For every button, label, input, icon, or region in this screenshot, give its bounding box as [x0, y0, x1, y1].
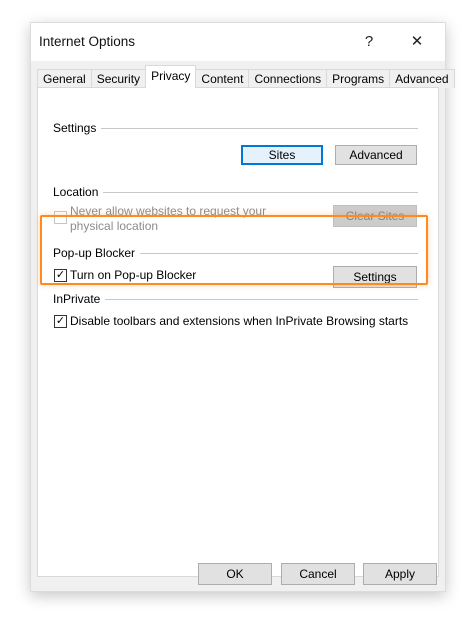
settings-heading: Settings	[53, 121, 102, 135]
tab-programs[interactable]: Programs	[326, 69, 391, 88]
popup-blocker-label: Turn on Pop-up Blocker	[70, 268, 197, 282]
sites-button[interactable]: Sites	[241, 145, 323, 165]
inprivate-disable-checkbox[interactable]: ✓	[54, 315, 67, 328]
window-title: Internet Options	[39, 34, 136, 49]
tab-security[interactable]: Security	[90, 69, 147, 88]
popup-blocker-checkbox[interactable]: ✓	[54, 269, 67, 282]
apply-button[interactable]: Apply	[363, 563, 437, 585]
inprivate-heading: InPrivate	[53, 292, 106, 306]
popup-heading: Pop-up Blocker	[53, 246, 141, 260]
privacy-panel: Settings Sites Advanced Location Never a…	[37, 87, 439, 577]
tab-strip: General Security Privacy Content Connect…	[37, 65, 455, 88]
check-mark-icon: ✓	[55, 315, 66, 327]
tab-privacy[interactable]: Privacy	[145, 65, 197, 88]
inprivate-divider	[53, 299, 418, 300]
never-allow-location-label-line2: physical location	[70, 219, 159, 233]
never-allow-location-checkbox[interactable]	[54, 211, 67, 224]
clear-sites-button[interactable]: Clear Sites	[333, 205, 417, 227]
check-mark-icon: ✓	[55, 269, 66, 281]
internet-options-dialog: Internet Options ? ✕ General Security Pr…	[30, 22, 455, 592]
popup-settings-button[interactable]: Settings	[333, 266, 417, 288]
tab-general[interactable]: General	[37, 69, 92, 88]
never-allow-location-label-line1: Never allow websites to request your	[70, 204, 267, 218]
advanced-button[interactable]: Advanced	[335, 145, 417, 165]
help-button[interactable]: ?	[355, 29, 383, 53]
tab-connections[interactable]: Connections	[248, 69, 328, 88]
ok-button[interactable]: OK	[198, 563, 272, 585]
close-button[interactable]: ✕	[403, 29, 431, 53]
title-bar: Internet Options ? ✕	[31, 23, 445, 61]
settings-divider	[53, 128, 418, 129]
tab-content[interactable]: Content	[195, 69, 250, 88]
tab-advanced[interactable]: Advanced	[389, 69, 455, 88]
location-heading: Location	[53, 185, 104, 199]
inprivate-disable-label: Disable toolbars and extensions when InP…	[70, 314, 409, 328]
cancel-button[interactable]: Cancel	[281, 563, 355, 585]
location-divider	[53, 192, 418, 193]
